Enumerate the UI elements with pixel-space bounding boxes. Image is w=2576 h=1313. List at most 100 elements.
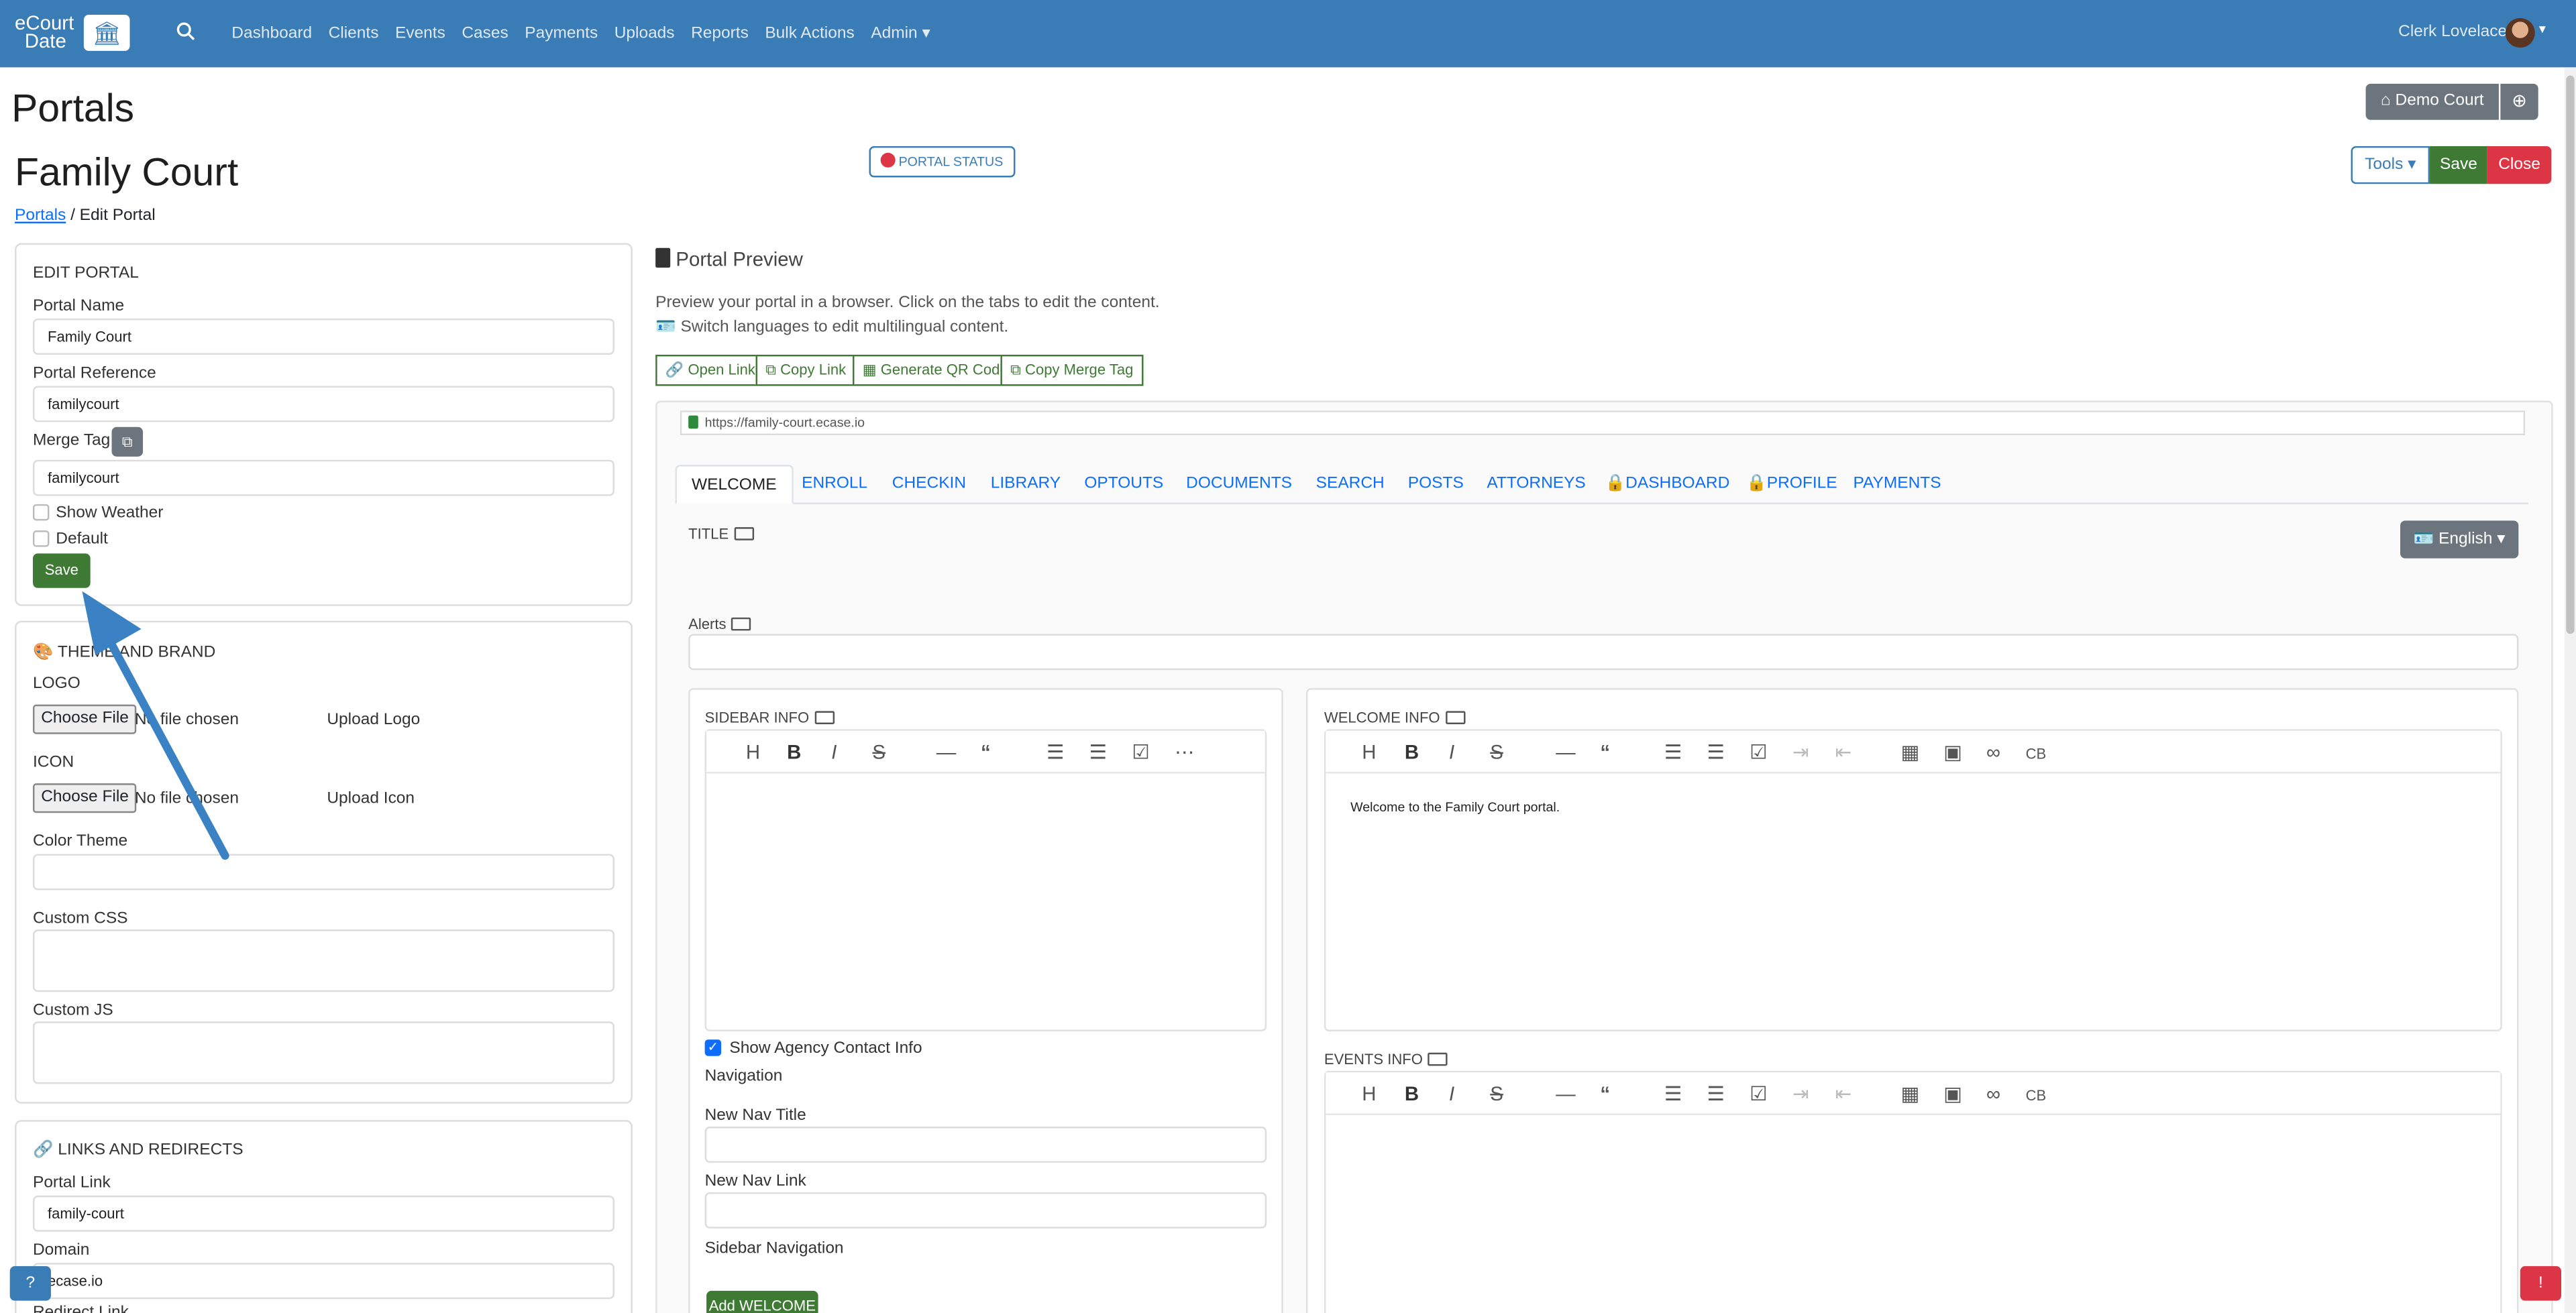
- code-block-icon[interactable]: CB: [2026, 742, 2047, 765]
- bullet-list-icon[interactable]: ☰: [1046, 740, 1064, 763]
- indent-icon[interactable]: ⇥: [1792, 1082, 1809, 1105]
- scrollbar-thumb[interactable]: [2566, 75, 2575, 634]
- numbered-list-icon[interactable]: ☰: [1089, 740, 1107, 763]
- nav-payments[interactable]: Payments: [525, 25, 598, 43]
- bold-icon[interactable]: B: [1405, 740, 1419, 763]
- indent-icon[interactable]: ⇥: [1792, 740, 1809, 763]
- avatar[interactable]: [2505, 17, 2535, 48]
- copy-icon[interactable]: ⧉: [111, 426, 144, 457]
- tab-posts[interactable]: POSTS: [1408, 465, 1464, 504]
- tab-optouts[interactable]: OPTOUTS: [1084, 465, 1163, 504]
- tab-dashboard[interactable]: 🔒DASHBOARD: [1605, 465, 1730, 504]
- horizontal-rule-icon[interactable]: —: [1556, 1082, 1575, 1105]
- search-icon[interactable]: [176, 21, 195, 41]
- welcome-info-editor[interactable]: H B I S — “ ☰ ☰ ☑ ⇥ ⇤ ▦ ▣ ∞ CB Welcome t…: [1324, 729, 2502, 1031]
- events-info-editor[interactable]: H B I S — “ ☰ ☰ ☑ ⇥ ⇤ ▦ ▣ ∞ CB: [1324, 1070, 2502, 1313]
- image-icon[interactable]: ▣: [1943, 740, 1962, 763]
- link-icon[interactable]: ∞: [1986, 740, 2000, 763]
- open-link-button[interactable]: 🔗 Open Link: [655, 354, 765, 386]
- horizontal-rule-icon[interactable]: —: [1556, 740, 1575, 763]
- heading-icon[interactable]: H: [1362, 1082, 1376, 1105]
- show-weather-checkbox[interactable]: [32, 504, 50, 521]
- portal-link-input[interactable]: family-court: [32, 1195, 614, 1232]
- nav-uploads[interactable]: Uploads: [614, 25, 675, 43]
- globe-icon[interactable]: ⊕: [2500, 83, 2538, 120]
- upload-logo-button[interactable]: Upload Logo: [327, 711, 420, 729]
- outdent-icon[interactable]: ⇤: [1835, 740, 1852, 763]
- numbered-list-icon[interactable]: ☰: [1707, 740, 1725, 763]
- italic-icon[interactable]: I: [1449, 1082, 1454, 1105]
- nav-cases[interactable]: Cases: [462, 25, 508, 43]
- italic-icon[interactable]: I: [1449, 740, 1454, 763]
- tab-documents[interactable]: DOCUMENTS: [1186, 465, 1292, 504]
- checklist-icon[interactable]: ☑: [1132, 740, 1149, 763]
- image-icon[interactable]: ▣: [1943, 1082, 1962, 1105]
- custom-css-textarea[interactable]: [32, 929, 614, 992]
- add-welcome-button[interactable]: Add WELCOME: [706, 1290, 818, 1313]
- custom-js-textarea[interactable]: [32, 1021, 614, 1084]
- copy-link-button[interactable]: ⧉ Copy Link: [755, 354, 856, 386]
- default-checkbox[interactable]: [32, 530, 50, 547]
- domain-input[interactable]: ecase.io: [32, 1263, 614, 1300]
- breadcrumb-portals-link[interactable]: Portals: [15, 207, 66, 225]
- tools-dropdown[interactable]: Tools ▾: [2351, 146, 2430, 184]
- bullet-list-icon[interactable]: ☰: [1664, 1082, 1682, 1105]
- url-bar[interactable]: https://family-court.ecase.io: [680, 410, 2526, 435]
- heading-icon[interactable]: H: [1362, 740, 1376, 763]
- tab-payments[interactable]: PAYMENTS: [1853, 465, 1941, 504]
- heading-icon[interactable]: H: [746, 740, 760, 763]
- caret-down-icon[interactable]: ▼: [2536, 25, 2548, 36]
- horizontal-rule-icon[interactable]: —: [936, 740, 956, 763]
- close-button[interactable]: Close: [2487, 146, 2552, 184]
- alert-icon[interactable]: !: [2520, 1266, 2561, 1301]
- quote-icon[interactable]: “: [981, 740, 991, 763]
- table-icon[interactable]: ▦: [1900, 1082, 1919, 1105]
- copy-merge-tag-button[interactable]: ⧉ Copy Merge Tag: [1000, 354, 1144, 386]
- more-icon[interactable]: ⋯: [1175, 740, 1194, 763]
- new-nav-link-input[interactable]: [704, 1192, 1267, 1229]
- tab-welcome[interactable]: WELCOME: [675, 465, 794, 504]
- nav-reports[interactable]: Reports: [691, 25, 749, 43]
- alerts-input[interactable]: [688, 634, 2519, 671]
- strikethrough-icon[interactable]: S: [872, 740, 885, 763]
- strikethrough-icon[interactable]: S: [1490, 1082, 1503, 1105]
- nav-bulk-actions[interactable]: Bulk Actions: [765, 25, 854, 43]
- generate-qr-button[interactable]: ▦ Generate QR Code: [853, 354, 1018, 386]
- link-icon[interactable]: ∞: [1986, 1082, 2000, 1105]
- language-dropdown[interactable]: 🪪 English ▾: [2400, 520, 2519, 559]
- bold-icon[interactable]: B: [787, 740, 801, 763]
- tab-search[interactable]: SEARCH: [1316, 465, 1385, 504]
- italic-icon[interactable]: I: [831, 740, 837, 763]
- nav-admin[interactable]: Admin ▾: [871, 25, 930, 43]
- new-nav-title-input[interactable]: [704, 1127, 1267, 1163]
- save-button[interactable]: Save: [2430, 146, 2487, 184]
- numbered-list-icon[interactable]: ☰: [1707, 1082, 1725, 1105]
- tab-attorneys[interactable]: ATTORNEYS: [1487, 465, 1585, 504]
- strikethrough-icon[interactable]: S: [1490, 740, 1503, 763]
- tab-profile[interactable]: 🔒PROFILE: [1746, 465, 1837, 504]
- portal-status-button[interactable]: PORTAL STATUS: [869, 146, 1015, 178]
- bullet-list-icon[interactable]: ☰: [1664, 740, 1682, 763]
- tab-enroll[interactable]: ENROLL: [802, 465, 867, 504]
- portal-reference-input[interactable]: familycourt: [32, 386, 614, 422]
- upload-icon-button[interactable]: Upload Icon: [327, 790, 415, 808]
- page-scrollbar[interactable]: [2564, 67, 2576, 1313]
- table-icon[interactable]: ▦: [1900, 740, 1919, 763]
- portal-name-input[interactable]: Family Court: [32, 319, 614, 355]
- tab-checkin[interactable]: CHECKIN: [892, 465, 966, 504]
- outdent-icon[interactable]: ⇤: [1835, 1082, 1852, 1105]
- nav-clients[interactable]: Clients: [329, 25, 379, 43]
- sidebar-info-editor[interactable]: H B I S — “ ☰ ☰ ☑ ⋯: [704, 729, 1267, 1031]
- nav-dashboard[interactable]: Dashboard: [231, 25, 312, 43]
- checklist-icon[interactable]: ☑: [1750, 740, 1767, 763]
- quote-icon[interactable]: “: [1600, 1082, 1610, 1105]
- user-name[interactable]: Clerk Lovelace: [2398, 23, 2507, 41]
- show-agency-checkbox[interactable]: ✓: [704, 1039, 722, 1056]
- help-icon[interactable]: ?: [9, 1266, 51, 1301]
- nav-events[interactable]: Events: [395, 25, 445, 43]
- bold-icon[interactable]: B: [1405, 1082, 1419, 1105]
- quote-icon[interactable]: “: [1600, 740, 1610, 763]
- code-block-icon[interactable]: CB: [2026, 1084, 2047, 1106]
- checklist-icon[interactable]: ☑: [1750, 1082, 1767, 1105]
- demo-court-button[interactable]: ⌂ Demo Court: [2365, 83, 2499, 120]
